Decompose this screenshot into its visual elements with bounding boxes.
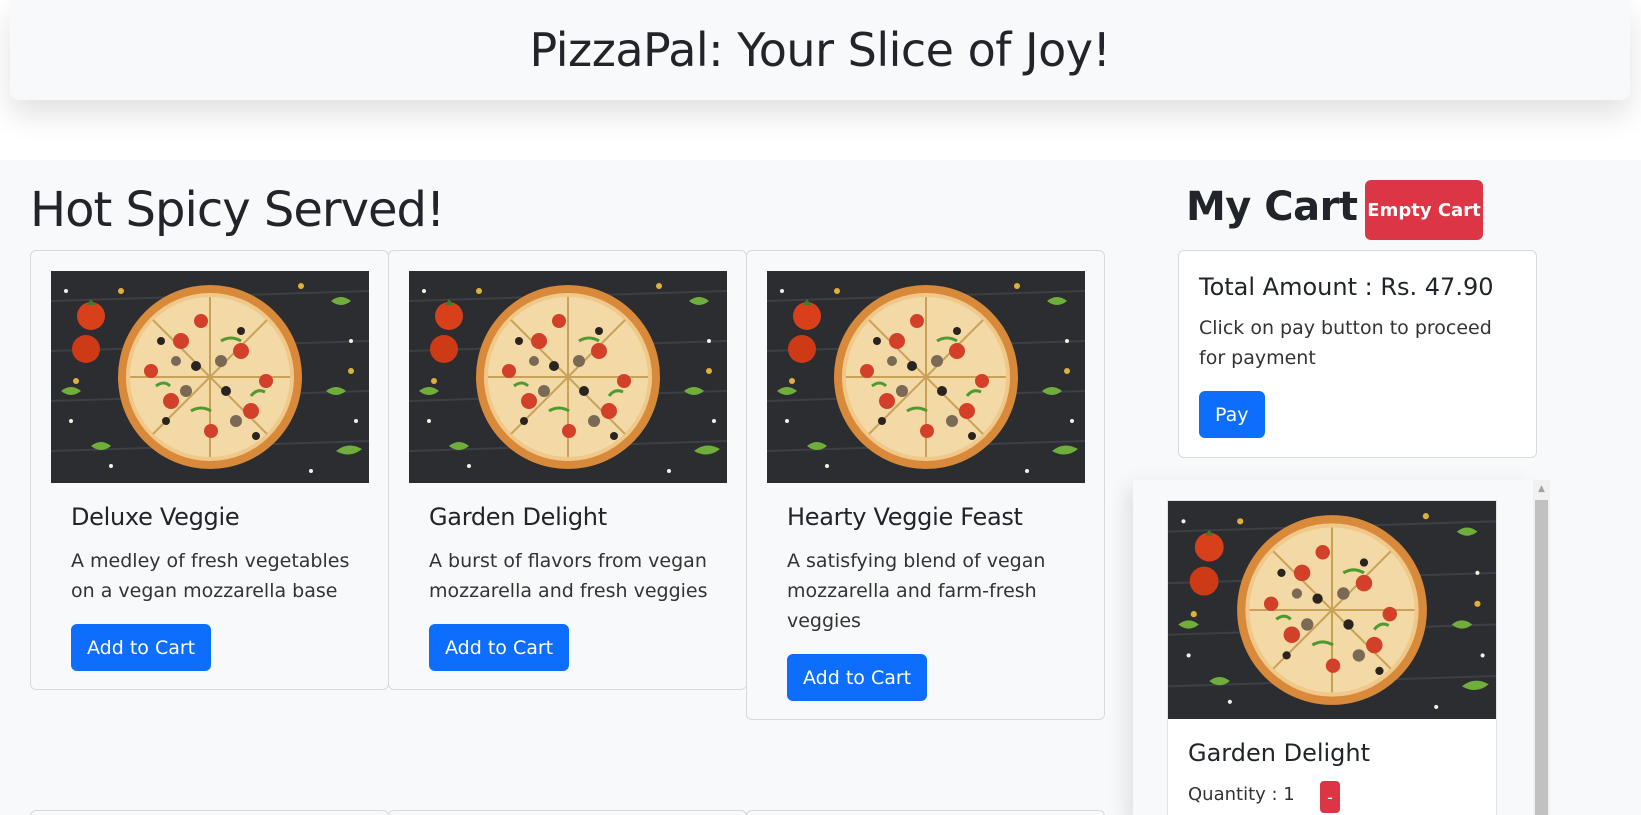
- pizza-card: Deluxe Veggie A medley of fresh vegetabl…: [30, 250, 389, 690]
- scrollbar-thumb[interactable]: [1535, 500, 1548, 815]
- pizza-card: Garden Delight A burst of flavors from v…: [388, 250, 747, 690]
- pizza-description: A burst of flavors from vegan mozzarella…: [429, 550, 708, 602]
- total-amount: Total Amount : Rs. 47.90: [1199, 273, 1494, 301]
- scroll-up-arrow-icon[interactable]: ▲: [1533, 480, 1550, 497]
- decrease-quantity-button[interactable]: -: [1320, 781, 1340, 813]
- main-content: Hot Spicy Served! Deluxe Veggie A medley…: [0, 160, 1641, 815]
- pizza-image: [409, 271, 727, 483]
- section-title: Hot Spicy Served!: [30, 182, 445, 238]
- cart-item-image: [1168, 501, 1496, 719]
- add-to-cart-button[interactable]: Add to Cart: [71, 624, 212, 671]
- pizza-card-peek: [388, 810, 747, 815]
- add-to-cart-button[interactable]: Add to Cart: [429, 624, 570, 671]
- pizza-description: A satisfying blend of vegan mozzarella a…: [787, 550, 1046, 632]
- cart-items-panel[interactable]: Garden Delight Quantity : 1 -: [1133, 480, 1533, 815]
- pizza-description: A medley of fresh vegetables on a vegan …: [71, 550, 350, 602]
- app-title: PizzaPal: Your Slice of Joy!: [529, 23, 1111, 77]
- pizza-card: Hearty Veggie Feast A satisfying blend o…: [746, 250, 1105, 720]
- pizza-image: [767, 271, 1085, 483]
- pizza-image: [51, 271, 369, 483]
- pay-button[interactable]: Pay: [1199, 391, 1265, 438]
- cart-item: Garden Delight Quantity : 1 -: [1167, 500, 1497, 815]
- cart-summary-card: Total Amount : Rs. 47.90 Click on pay bu…: [1178, 250, 1537, 458]
- pizza-name: Deluxe Veggie: [71, 503, 240, 531]
- add-to-cart-button[interactable]: Add to Cart: [787, 654, 928, 701]
- cart-item-name: Garden Delight: [1188, 739, 1371, 767]
- pizza-name: Garden Delight: [429, 503, 607, 531]
- cart-scrollbar[interactable]: ▲: [1533, 480, 1550, 815]
- empty-cart-button[interactable]: Empty Cart: [1365, 180, 1483, 240]
- cart-title: My Cart: [1186, 184, 1358, 230]
- app-header: PizzaPal: Your Slice of Joy!: [10, 0, 1630, 100]
- pizza-card-peek: [30, 810, 389, 815]
- pizza-name: Hearty Veggie Feast: [787, 503, 1023, 531]
- pizza-card-peek: [746, 810, 1105, 815]
- payment-note: Click on pay button to proceed for payme…: [1199, 317, 1492, 369]
- cart-item-quantity: Quantity : 1: [1188, 784, 1295, 805]
